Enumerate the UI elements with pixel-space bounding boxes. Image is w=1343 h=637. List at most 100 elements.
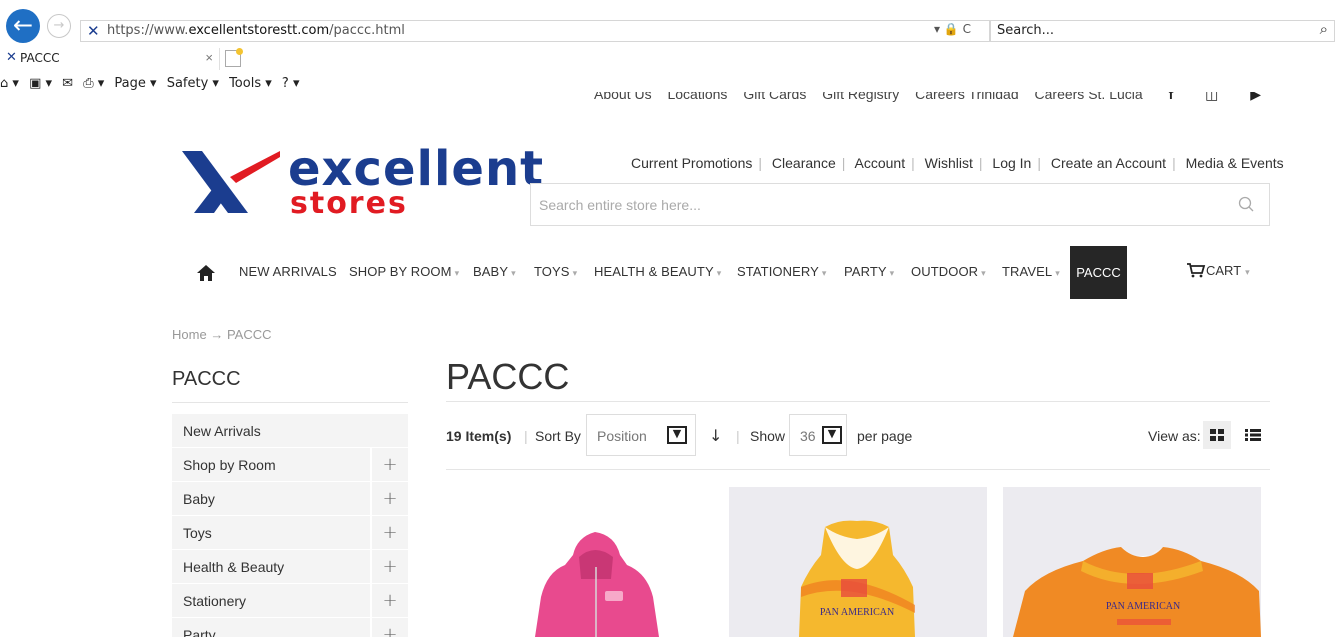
product-card[interactable]: PAN AMERICAN — [1003, 487, 1261, 637]
youtube-icon[interactable]: ▶ — [1250, 92, 1261, 102]
sort-by-label: Sort By — [535, 428, 581, 444]
search-icon[interactable] — [1237, 195, 1257, 215]
product-image-pink-hoodie[interactable] — [455, 487, 713, 637]
store-search-input[interactable] — [539, 194, 1219, 216]
top-link-careers-trinidad[interactable]: Careers Trinidad — [915, 92, 1019, 102]
sidebar-item-label[interactable]: Stationery — [172, 584, 370, 617]
print-icon[interactable]: ⎙ ▾ — [83, 76, 104, 91]
sidebar-item-health-beauty[interactable]: Health & Beauty + — [172, 550, 408, 584]
browser-tab-row: ✕ PACCC × — [0, 48, 1343, 70]
address-bar-icons[interactable]: ▾ 🔒 C — [934, 22, 971, 36]
sidebar-item-label[interactable]: Party — [172, 618, 370, 637]
chevron-down-icon[interactable]: ▼ — [667, 426, 687, 444]
link-account[interactable]: Account — [855, 155, 906, 171]
sort-direction-arrow-icon[interactable]: ↓ — [709, 426, 722, 445]
breadcrumb-arrow-icon: → — [210, 327, 224, 342]
divider: | — [736, 428, 740, 444]
address-url[interactable]: https://www.excellentstorestt.com/paccc.… — [107, 23, 405, 38]
store-search — [530, 183, 1270, 226]
header-links: Current Promotions | Clearance | Account | … — [631, 155, 1284, 171]
cart-button[interactable]: CART ▾ — [1186, 262, 1250, 278]
address-bar[interactable]: ✕ https://www.excellentstorestt.com/pacc… — [80, 20, 990, 42]
sidebar-item-shop-by-room[interactable]: Shop by Room + — [172, 448, 408, 482]
browser-search-placeholder: Search... — [997, 23, 1055, 38]
expand-plus-icon[interactable]: + — [372, 516, 408, 549]
expand-plus-icon[interactable]: + — [372, 584, 408, 617]
search-icon[interactable]: ⌕ — [1320, 21, 1328, 38]
help-icon[interactable]: ? ▾ — [282, 76, 300, 91]
sidebar-item-stationery[interactable]: Stationery + — [172, 584, 408, 618]
nav-paccc-active[interactable]: PACCC — [1070, 246, 1127, 299]
nav-shop-by-room[interactable]: SHOP BY ROOM ▾ — [349, 264, 459, 279]
top-link-gift-registry[interactable]: Gift Registry — [822, 92, 899, 102]
nav-new-arrivals[interactable]: NEW ARRIVALS — [239, 264, 337, 279]
print-text: PAN AMERICAN — [1106, 601, 1180, 612]
limiter-select[interactable]: 36 ▼ — [789, 414, 847, 456]
sidebar-title: PACCC — [172, 368, 241, 390]
instagram-icon[interactable]: ◫ — [1205, 92, 1218, 102]
top-links: About Us Locations Gift Cards Gift Regis… — [594, 92, 1289, 106]
sidebar-item-label[interactable]: Health & Beauty — [172, 550, 370, 583]
nav-baby[interactable]: BABY ▾ — [473, 264, 516, 279]
link-wishlist[interactable]: Wishlist — [925, 155, 973, 171]
breadcrumb-current: PACCC — [226, 327, 272, 342]
sidebar-item-label[interactable]: Toys — [172, 516, 370, 549]
close-tab-icon[interactable]: × — [205, 50, 213, 65]
mail-icon[interactable]: ✉ — [62, 76, 73, 91]
safety-menu[interactable]: Safety ▾ — [167, 76, 219, 91]
nav-health-beauty[interactable]: HEALTH & BEAUTY ▾ — [594, 264, 721, 279]
feeds-icon[interactable]: ▣ ▾ — [29, 76, 52, 91]
site-favicon-icon: ✕ — [87, 22, 100, 40]
sidebar-item-baby[interactable]: Baby + — [172, 482, 408, 516]
expand-plus-icon[interactable]: + — [372, 482, 408, 515]
product-card[interactable] — [455, 487, 713, 637]
list-view-icon[interactable] — [1239, 421, 1267, 449]
new-tab-icon[interactable] — [225, 48, 243, 67]
view-as-label: View as: — [1148, 428, 1201, 444]
tab-favicon-icon: ✕ — [6, 50, 17, 65]
link-media-events[interactable]: Media & Events — [1186, 155, 1284, 171]
page-menu[interactable]: Page ▾ — [114, 76, 156, 91]
breadcrumb-home[interactable]: Home — [172, 327, 207, 342]
sidebar-item-new-arrivals[interactable]: New Arrivals — [172, 414, 408, 448]
nav-travel[interactable]: TRAVEL ▾ — [1002, 264, 1060, 279]
back-arrow-icon[interactable]: ← — [6, 9, 40, 43]
product-image-tank-top[interactable]: PAN AMERICAN — [729, 487, 987, 637]
chevron-down-icon[interactable]: ▼ — [822, 426, 842, 444]
link-current-promotions[interactable]: Current Promotions — [631, 155, 752, 171]
browser-tab[interactable]: ✕ PACCC × — [0, 48, 220, 70]
nav-party[interactable]: PARTY ▾ — [844, 264, 894, 279]
product-card[interactable]: PAN AMERICAN — [729, 487, 987, 637]
nav-stationery[interactable]: STATIONERY ▾ — [737, 264, 827, 279]
forward-arrow-icon[interactable]: → — [47, 14, 71, 38]
facebook-icon[interactable]: f — [1169, 92, 1174, 102]
nav-outdoor[interactable]: OUTDOOR ▾ — [911, 264, 986, 279]
browser-search-box[interactable]: Search... ⌕ — [990, 20, 1335, 42]
grid-view-icon[interactable] — [1203, 421, 1231, 449]
browser-address-row: ← → ✕ https://www.excellentstorestt.com/… — [0, 0, 1343, 44]
expand-plus-icon[interactable]: + — [372, 550, 408, 583]
sidebar-item-toys[interactable]: Toys + — [172, 516, 408, 550]
sidebar-item-label[interactable]: Baby — [172, 482, 370, 515]
product-image-long-sleeve[interactable]: PAN AMERICAN — [1003, 487, 1261, 637]
site-logo[interactable]: excellent stores — [180, 143, 543, 223]
sort-select[interactable]: Position ▼ — [586, 414, 696, 456]
tools-menu[interactable]: Tools ▾ — [229, 76, 272, 91]
sidebar-item-party[interactable]: Party + — [172, 618, 408, 637]
top-link-locations[interactable]: Locations — [667, 92, 727, 102]
nav-toys[interactable]: TOYS ▾ — [534, 264, 577, 279]
product-toolbar: 19 Item(s) | Sort By Position ▼ ↓ | Show… — [446, 414, 1270, 456]
home-icon[interactable]: ⌂ ▾ — [0, 76, 19, 91]
top-link-about[interactable]: About Us — [594, 92, 652, 102]
expand-plus-icon[interactable]: + — [372, 618, 408, 637]
sidebar-item-label[interactable]: New Arrivals — [172, 414, 408, 447]
top-link-gift-cards[interactable]: Gift Cards — [743, 92, 806, 102]
home-icon[interactable] — [196, 264, 216, 282]
expand-plus-icon[interactable]: + — [372, 448, 408, 481]
top-link-careers-st-lucia[interactable]: Careers St. Lucia — [1035, 92, 1143, 102]
link-create-account[interactable]: Create an Account — [1051, 155, 1166, 171]
link-log-in[interactable]: Log In — [992, 155, 1031, 171]
link-clearance[interactable]: Clearance — [772, 155, 836, 171]
sidebar-item-label[interactable]: Shop by Room — [172, 448, 370, 481]
sidebar-category-list: New Arrivals Shop by Room + Baby + Toys … — [172, 414, 408, 637]
